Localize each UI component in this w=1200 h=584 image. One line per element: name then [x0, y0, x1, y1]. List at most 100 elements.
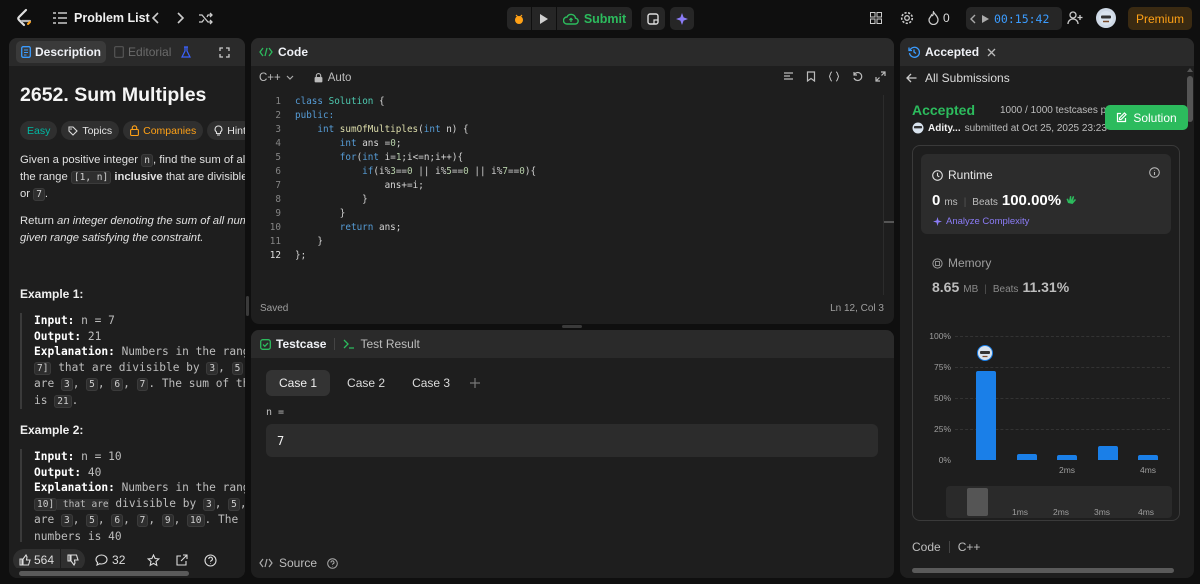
tag-icon: [68, 125, 79, 136]
share-icon[interactable]: [176, 554, 188, 566]
mini-x-tick: 4ms: [1138, 507, 1155, 517]
debug-button[interactable]: [507, 7, 531, 30]
add-case-icon[interactable]: [470, 378, 481, 388]
right-scrollbar[interactable]: [1186, 68, 1194, 576]
layout-icon[interactable]: [867, 9, 885, 27]
timer-value: 00:15:42: [994, 11, 1050, 26]
comments-button[interactable]: 32: [95, 553, 125, 567]
editor-vscrollbar[interactable]: [883, 95, 894, 295]
thumbs-down-icon: [67, 554, 79, 566]
example-value: are: [34, 513, 61, 526]
invite-user-icon[interactable]: [1065, 8, 1085, 28]
example-value: Numbers in the rang: [114, 481, 245, 494]
ai-sparkle-icon[interactable]: [670, 7, 694, 30]
runtime-bar[interactable]: [1017, 453, 1037, 460]
variable-input[interactable]: 7: [266, 424, 878, 457]
braces-icon[interactable]: [828, 71, 840, 82]
prev-problem-icon[interactable]: [146, 9, 164, 27]
submit-button[interactable]: Submit: [557, 7, 632, 30]
example-label: Explanation:: [34, 481, 115, 494]
runtime-card[interactable]: Runtime 0 ms | Beats 100.00% Analyze Com…: [921, 154, 1171, 234]
inline-code: 10]: [34, 497, 58, 511]
runtime-bar[interactable]: [1138, 455, 1158, 460]
problem-list-icon[interactable]: [51, 9, 69, 27]
arrow-left-icon: [906, 73, 917, 83]
star-icon[interactable]: [147, 553, 161, 567]
streak-counter[interactable]: 0: [928, 9, 950, 27]
line-number: 7: [275, 180, 281, 191]
expand-panel-icon[interactable]: [219, 46, 231, 58]
tab-description[interactable]: Description: [16, 41, 107, 63]
solution-button[interactable]: Solution: [1105, 105, 1188, 130]
description-panel: Description Editorial 2652. Sum Multiple…: [9, 38, 245, 578]
range-handle[interactable]: [967, 488, 988, 516]
bookmark-icon[interactable]: [806, 71, 816, 82]
leetcode-logo[interactable]: [14, 8, 34, 28]
format-icon[interactable]: [783, 71, 794, 82]
submitted-time: submitted at Oct 25, 2025 23:23: [964, 122, 1107, 134]
analyze-complexity-link[interactable]: Analyze Complexity: [933, 216, 1029, 227]
collapse-panel-icon[interactable]: [244, 47, 245, 58]
help-icon[interactable]: [327, 557, 338, 569]
inline-code: 3: [60, 378, 73, 391]
inline-code: 7: [136, 514, 149, 527]
next-problem-icon[interactable]: [172, 9, 190, 27]
code-panel-header: Code: [251, 38, 894, 66]
case-tab-2[interactable]: Case 2: [337, 370, 395, 396]
memory-card[interactable]: Memory 8.65 MB | Beats 11.31%: [921, 246, 1171, 306]
run-button[interactable]: [532, 7, 556, 30]
hint-tag[interactable]: Hint: [207, 121, 245, 140]
source-label: Source: [279, 556, 318, 570]
topics-tag[interactable]: Topics: [61, 121, 120, 140]
close-tab-icon[interactable]: [987, 48, 996, 57]
help-icon[interactable]: [204, 553, 217, 567]
example-label: Input:: [34, 314, 75, 327]
inline-code: 7]: [34, 361, 52, 375]
code-line: };: [295, 250, 307, 261]
inline-code: n: [141, 154, 153, 167]
notes-icon[interactable]: [641, 7, 665, 30]
info-icon[interactable]: [1149, 167, 1160, 178]
timer-play-icon[interactable]: [981, 14, 990, 24]
timer-widget[interactable]: 00:15:42: [966, 7, 1062, 30]
code-editor[interactable]: 1 2 3 4 5 6 7 8 9 10 11 12 class Solution {public: …: [251, 95, 883, 295]
problem-list-link[interactable]: Problem List: [74, 11, 150, 25]
tab-test-result[interactable]: Test Result: [343, 337, 420, 351]
fullscreen-icon[interactable]: [875, 71, 886, 82]
premium-button[interactable]: Premium: [1128, 7, 1192, 30]
tab-testcase[interactable]: Testcase: [260, 337, 326, 351]
all-submissions-link[interactable]: All Submissions: [906, 71, 1010, 85]
language-select[interactable]: C++: [259, 72, 294, 84]
runtime-bar[interactable]: [976, 370, 996, 460]
autosave-mode[interactable]: Auto: [314, 72, 351, 84]
inline-code: 21: [54, 394, 72, 408]
right-hscrollbar[interactable]: [908, 566, 1184, 574]
runtime-bar[interactable]: [1098, 446, 1118, 460]
line-number: 4: [275, 138, 281, 149]
example-value: that are divisible by: [51, 360, 207, 374]
submitter-name[interactable]: Adity...: [928, 123, 961, 134]
horizontal-resize-handle[interactable]: [562, 325, 582, 328]
tab-accepted-label[interactable]: Accepted: [925, 45, 979, 59]
case-tab-1[interactable]: Case 1: [266, 370, 331, 396]
description-scrollbar[interactable]: [9, 568, 245, 578]
timer-collapse-icon[interactable]: [969, 14, 977, 24]
settings-gear-icon[interactable]: [898, 9, 916, 27]
solutions-flask-icon[interactable]: [181, 46, 192, 58]
runtime-bar[interactable]: [1057, 455, 1077, 460]
description-doc-icon: [21, 46, 31, 58]
user-avatar[interactable]: [1096, 8, 1116, 28]
runtime-unit: ms: [944, 197, 958, 208]
range-selector[interactable]: 1ms 2ms 3ms 4ms: [946, 486, 1172, 518]
memory-chip-icon: [932, 257, 943, 269]
tab-editorial[interactable]: Editorial: [110, 41, 175, 63]
shuffle-icon[interactable]: [196, 9, 214, 27]
case-tab-3[interactable]: Case 3: [402, 370, 460, 396]
statement-text: or: [20, 188, 34, 200]
example-value: is: [34, 393, 55, 407]
companies-tag[interactable]: Companies: [123, 121, 204, 140]
vertical-resize-handle[interactable]: [246, 296, 249, 316]
source-link[interactable]: Source: [259, 556, 338, 570]
reset-icon[interactable]: [852, 71, 863, 82]
like-count: 564: [34, 553, 55, 567]
